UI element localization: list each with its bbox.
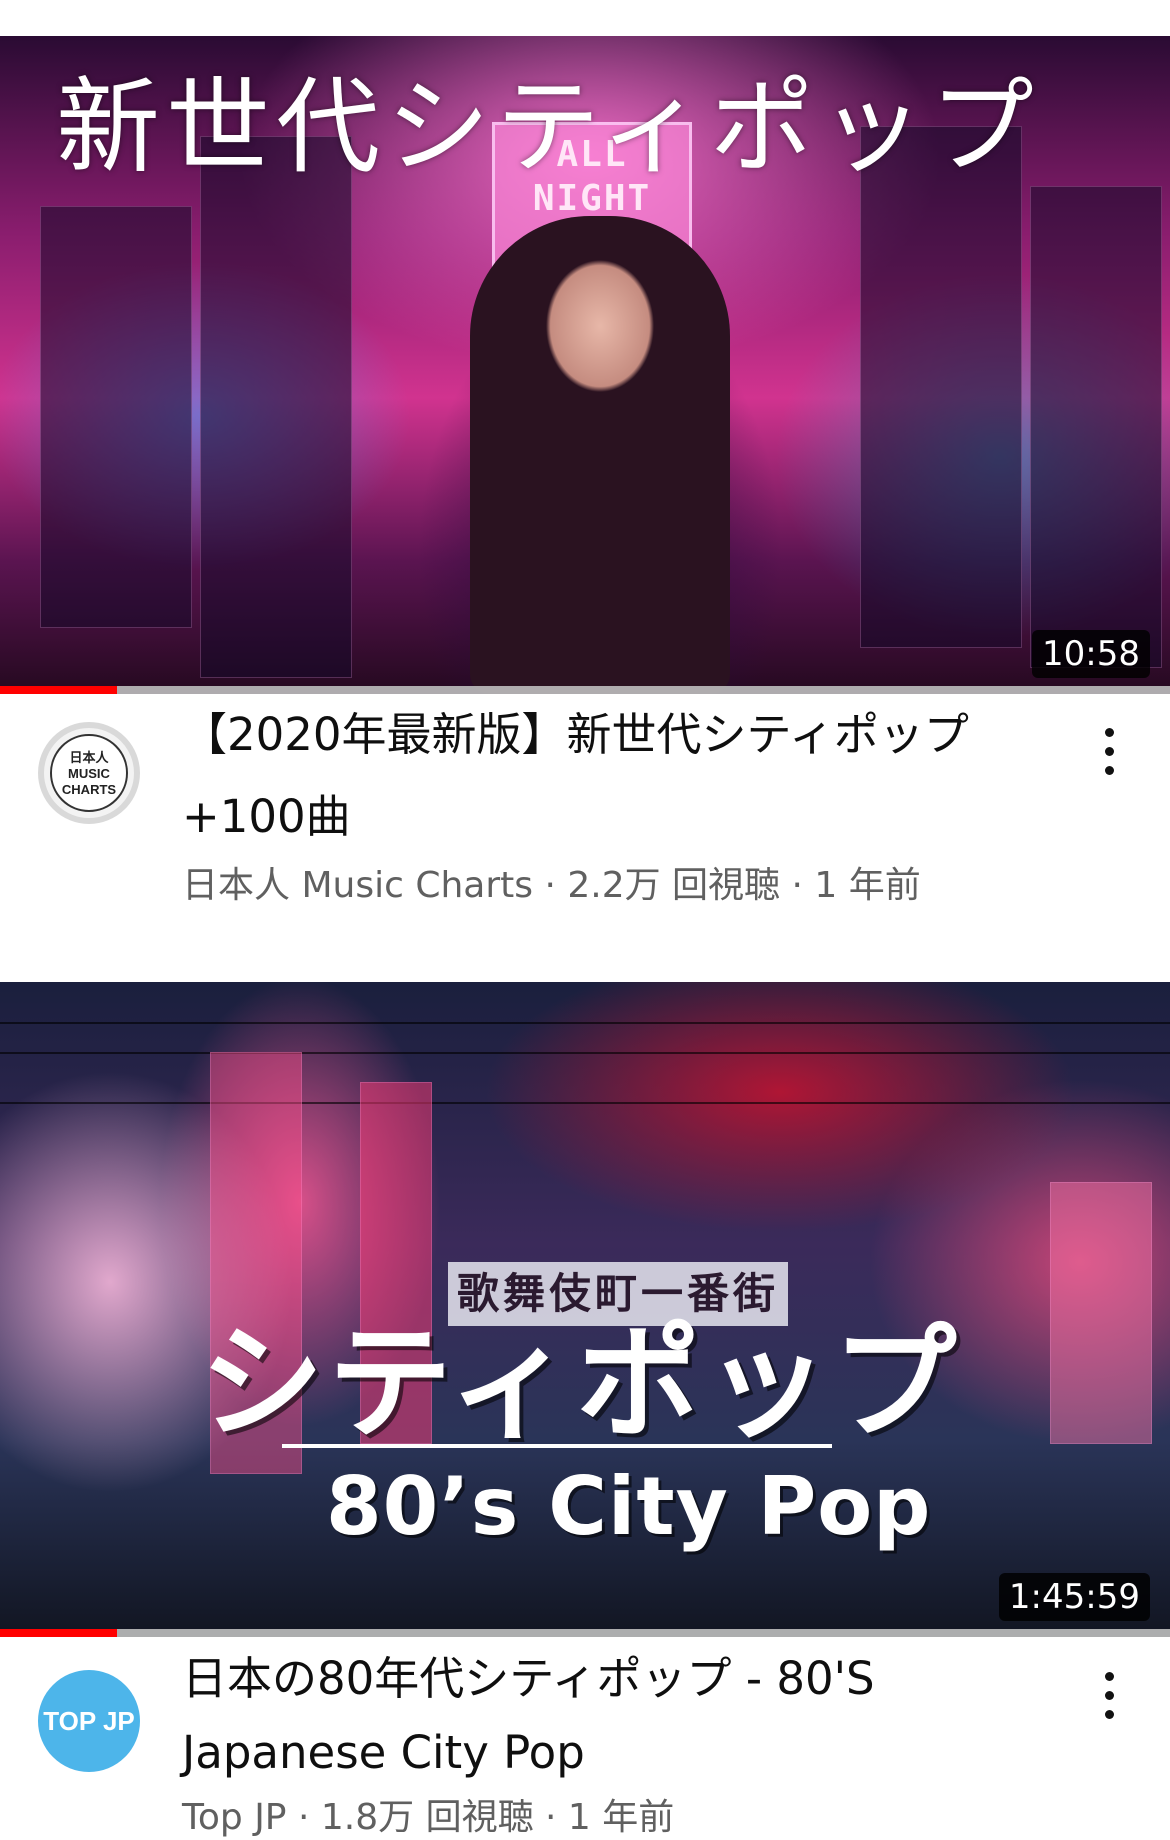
thumbnail-art	[860, 126, 1022, 648]
thumbnail-art	[40, 206, 192, 628]
more-vert-icon[interactable]	[1088, 722, 1132, 782]
meta-separator: ·	[286, 1797, 321, 1838]
video-feed: ALL NIGHT LONG 新世代シティポップ 10:58 日本人 MUSIC…	[0, 0, 1170, 1838]
meta-separator: ·	[533, 1797, 568, 1838]
channel-name[interactable]: 日本人 Music Charts	[182, 865, 533, 906]
video-details[interactable]: 日本人 MUSIC CHARTS 【2020年最新版】新世代シティポップ +10…	[0, 694, 1170, 906]
meta-separator: ·	[533, 865, 568, 906]
watch-progress-bar	[0, 1629, 1170, 1637]
avatar-logo-text: 日本人 MUSIC CHARTS	[50, 734, 128, 812]
channel-name[interactable]: Top JP	[182, 1797, 287, 1838]
avatar-logo-text: TOP JP	[43, 1706, 135, 1736]
thumbnail-figure	[470, 216, 730, 694]
watch-progress-bar	[0, 686, 1170, 694]
channel-avatar[interactable]: 日本人 MUSIC CHARTS	[38, 722, 140, 824]
video-title[interactable]: 【2020年最新版】新世代シティポップ +100曲	[182, 694, 1062, 858]
view-count: 2.2万 回視聴	[567, 865, 781, 906]
thumbnail-art	[1050, 1182, 1152, 1444]
upload-age: 1 年前	[814, 865, 921, 906]
meta-separator: ·	[780, 865, 815, 906]
thumbnail-art	[200, 136, 352, 678]
video-thumbnail[interactable]: 歌舞伎町一番街 シティポップ 80’s City Pop 1:45:59	[0, 982, 1170, 1637]
thumbnail-art	[0, 1022, 1170, 1024]
video-details[interactable]: TOP JP 日本の80年代シティポップ - 80'S Japanese Cit…	[0, 1640, 1170, 1840]
thumbnail-title-text: シティポップ	[200, 1312, 961, 1456]
thumbnail-art	[1030, 186, 1162, 668]
watch-progress-fill	[0, 1629, 117, 1637]
thumbnail-divider	[282, 1444, 832, 1448]
video-metadata: 日本人 Music Charts · 2.2万 回視聴 · 1 年前	[182, 856, 921, 908]
video-thumbnail[interactable]: ALL NIGHT LONG 新世代シティポップ 10:58	[0, 36, 1170, 694]
thumbnail-subtitle-text: 80’s City Pop	[326, 1460, 932, 1553]
thumbnail-title-text: 新世代シティポップ	[56, 66, 1040, 188]
duration-badge: 1:45:59	[998, 1573, 1150, 1621]
thumbnail-art	[0, 1102, 1170, 1104]
more-vert-icon[interactable]	[1088, 1666, 1132, 1726]
watch-progress-fill	[0, 686, 117, 694]
duration-badge: 10:58	[1032, 630, 1150, 678]
view-count: 1.8万 回視聴	[320, 1797, 534, 1838]
video-metadata: Top JP · 1.8万 回視聴 · 1 年前	[182, 1788, 674, 1840]
video-title[interactable]: 日本の80年代シティポップ - 80'S Japanese City Pop	[182, 1642, 1062, 1790]
upload-age: 1 年前	[567, 1797, 675, 1838]
thumbnail-art	[0, 1052, 1170, 1054]
channel-avatar[interactable]: TOP JP	[38, 1670, 140, 1772]
